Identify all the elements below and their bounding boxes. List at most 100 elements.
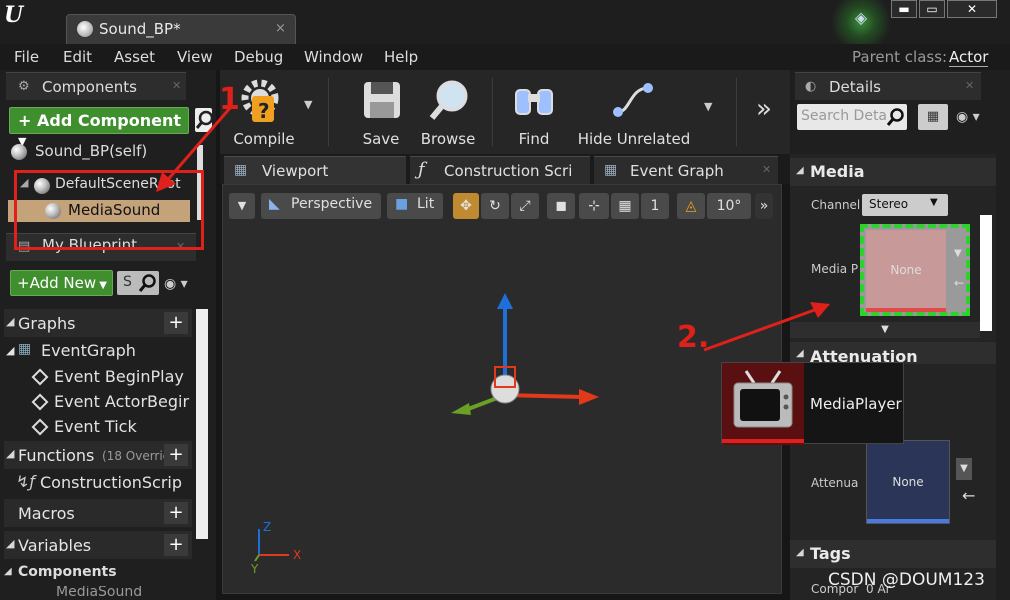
tab-construction-script[interactable]: ƒ Construction Scri	[410, 156, 590, 184]
svg-text:Z: Z	[263, 520, 271, 534]
details-info-icon: ◐	[805, 79, 817, 94]
components-panel-title: Components	[42, 78, 137, 96]
minimize-button[interactable]: ▬	[891, 0, 917, 18]
find-button[interactable]: Find	[504, 74, 564, 150]
tab-event-graph-label: Event Graph	[630, 162, 724, 180]
components-variable-category[interactable]: ◢ Components	[4, 562, 192, 584]
tab-sound-bp[interactable]: Sound_BP* ×	[66, 14, 296, 44]
viewport-overflow-button[interactable]: »	[755, 193, 773, 219]
panel-close-icon[interactable]: ✕	[965, 79, 974, 92]
rotate-mode-button[interactable]: ↻	[481, 193, 509, 219]
menu-edit[interactable]: Edit	[63, 48, 92, 66]
media-category-header[interactable]: ◢ Media	[790, 158, 996, 186]
components-icon: ⚙	[18, 79, 30, 94]
media-player-asset-preview	[722, 363, 804, 445]
functions-section-header[interactable]: ◢ Functions (18 Overric +	[4, 441, 192, 469]
grid-snap-value[interactable]: 1	[641, 193, 669, 219]
attenuation-dropdown-arrow-icon[interactable]: ▼	[956, 458, 972, 480]
hide-options-dropdown-icon[interactable]: ▼	[704, 100, 712, 113]
components-panel-tab[interactable]: ⚙ Components ✕	[6, 72, 186, 100]
view-options-eye-icon[interactable]: ◉ ▾	[164, 276, 188, 292]
rotation-snap-value[interactable]: 10°	[707, 193, 751, 219]
channels-dropdown[interactable]: Stereo ▼	[862, 194, 948, 216]
details-search-placeholder: Search Deta	[801, 108, 888, 124]
menu-window[interactable]: Window	[304, 48, 363, 66]
world-local-toggle[interactable]: ◼	[547, 193, 575, 219]
media-player-thumbnail[interactable]: None	[866, 230, 946, 310]
source-control-badge[interactable]: ◈	[826, 0, 896, 44]
tab-event-graph[interactable]: ▦ Event Graph ✕	[594, 156, 778, 184]
close-window-button[interactable]: ✕	[947, 0, 997, 18]
add-macro-button[interactable]: +	[164, 502, 188, 524]
menu-asset[interactable]: Asset	[114, 48, 155, 66]
add-function-button[interactable]: +	[164, 444, 188, 466]
editor-tab-strip: ▦ Viewport ƒ Construction Scri ▦ Event G…	[220, 154, 790, 184]
add-new-button[interactable]: +Add New ▼	[10, 270, 113, 296]
browse-button[interactable]: Browse	[418, 74, 478, 150]
collapse-arrow-icon: ◢	[796, 165, 804, 176]
dropdown-arrow-icon: ▼	[930, 197, 938, 208]
menu-debug[interactable]: Debug	[234, 48, 283, 66]
save-button[interactable]: Save	[340, 74, 422, 150]
actor-ball-icon	[11, 144, 27, 160]
toolbar: ? Compile ▼ Save Browse Find Hide Unrela…	[220, 70, 790, 154]
blueprint-scrollbar[interactable]	[196, 309, 208, 539]
details-scrollbar[interactable]	[980, 215, 992, 331]
svg-text:Y: Y	[250, 562, 259, 575]
transform-gizmo[interactable]	[443, 285, 613, 425]
surface-snap-button[interactable]: ⊹	[579, 193, 609, 219]
add-variable-button[interactable]: +	[164, 534, 188, 556]
viewport[interactable]: ▼ ◣ Perspective ■ Lit ✥ ↻ ⤢ ◼ ⊹ ▦ 1 ◬ 10…	[222, 184, 782, 594]
attenuation-value: None	[892, 475, 924, 489]
panel-close-icon[interactable]: ✕	[172, 79, 181, 92]
menu-help[interactable]: Help	[384, 48, 418, 66]
media-player-asset-slot[interactable]: None ▼ ←	[860, 224, 970, 316]
annotation-arrow-1	[156, 107, 232, 192]
watermark: CSDN @DOUM123	[828, 570, 985, 590]
unreal-logo-icon[interactable]: U	[4, 2, 34, 32]
collapse-arrow-icon: ◢	[6, 344, 15, 357]
blueprint-search-input[interactable]: S	[117, 271, 159, 295]
toolbar-overflow-button[interactable]: »	[756, 94, 772, 124]
maximize-button[interactable]: ▭	[919, 0, 945, 18]
asset-dropdown-arrow-icon[interactable]: ▼	[954, 248, 962, 259]
tab-viewport[interactable]: ▦ Viewport	[224, 156, 406, 184]
add-graph-button[interactable]: +	[164, 312, 188, 334]
find-label: Find	[518, 130, 550, 148]
grid-snap-toggle[interactable]: ▦	[611, 193, 639, 219]
details-search-input[interactable]: Search Deta	[797, 104, 907, 130]
tab-close-icon[interactable]: ×	[275, 21, 286, 36]
search-icon	[138, 274, 156, 292]
translate-mode-button[interactable]: ✥	[453, 193, 479, 219]
parent-class-link[interactable]: Actor	[949, 48, 989, 67]
attenuation-asset-thumbnail[interactable]: None	[866, 440, 950, 524]
use-selected-arrow-icon[interactable]: ←	[954, 276, 964, 290]
menu-view[interactable]: View	[177, 48, 213, 66]
details-view-options-eye-icon[interactable]: ◉ ▾	[956, 109, 980, 125]
macros-section-header[interactable]: Macros +	[4, 499, 192, 527]
asset-type-color-bar	[867, 519, 949, 523]
macros-label: Macros	[18, 504, 75, 523]
surface-snap-icon: ⊹	[588, 198, 600, 214]
svg-text:?: ?	[258, 99, 270, 123]
hide-unrelated-button[interactable]: Hide Unrelated	[572, 74, 696, 150]
media-sound-variable-item[interactable]: MediaSound	[30, 586, 190, 600]
tags-category-header[interactable]: ◢ Tags	[790, 540, 996, 568]
grid-icon: ▦	[618, 198, 632, 214]
use-selected-arrow-icon[interactable]: ←	[962, 486, 975, 505]
rotation-snap-toggle[interactable]: ◬	[677, 193, 705, 219]
graphs-section-header[interactable]: ◢ Graphs +	[4, 309, 192, 337]
variables-section-header[interactable]: ◢ Variables +	[4, 531, 192, 559]
tab-close-icon[interactable]: ✕	[762, 163, 771, 176]
property-matrix-button[interactable]: ▦	[918, 104, 948, 130]
menu-file[interactable]: File	[14, 48, 39, 66]
scale-mode-button[interactable]: ⤢	[511, 193, 539, 219]
details-panel-tab[interactable]: ◐ Details ✕	[795, 72, 981, 100]
channels-label: Channel	[811, 198, 861, 212]
view-mode-lit-button[interactable]: ■ Lit	[387, 193, 443, 219]
tv-icon	[733, 370, 793, 428]
compile-options-dropdown-icon[interactable]: ▼	[304, 98, 312, 111]
rotate-icon: ↻	[489, 198, 501, 214]
perspective-button[interactable]: ◣ Perspective	[261, 193, 381, 219]
lit-cube-icon: ■	[395, 196, 409, 212]
